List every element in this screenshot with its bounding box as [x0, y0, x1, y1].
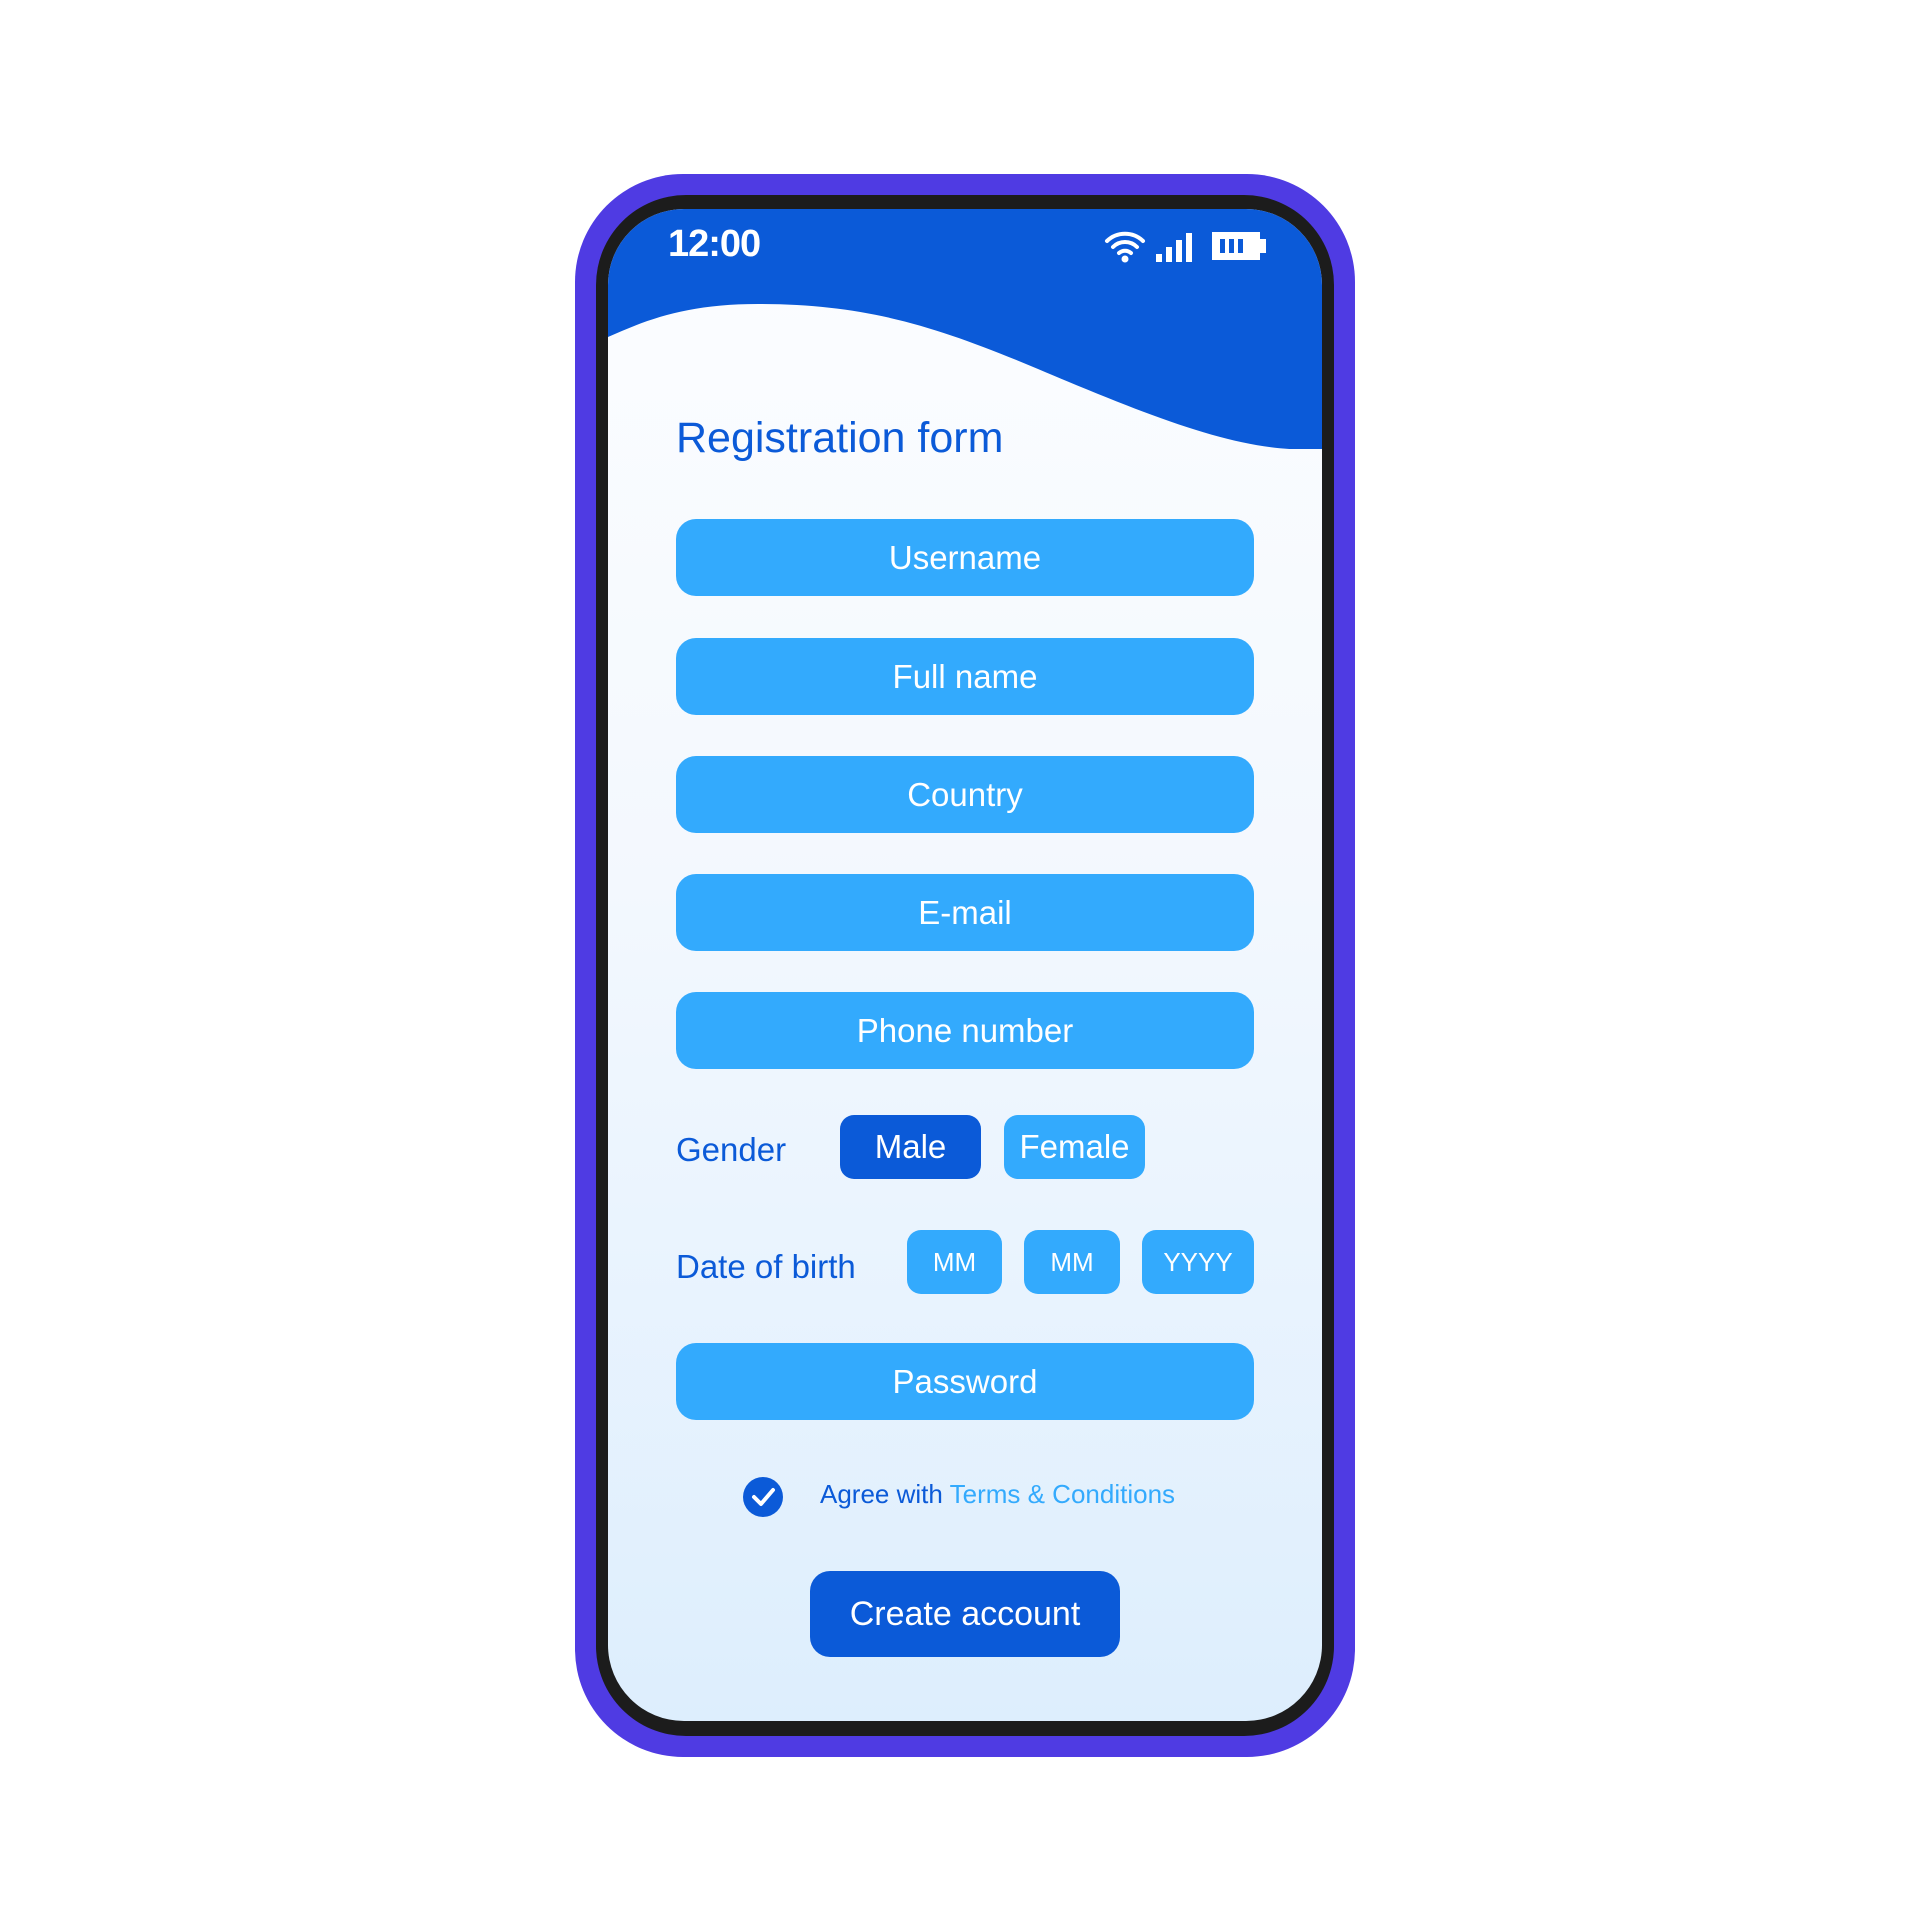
dob-month-field[interactable]: MM [907, 1230, 1002, 1294]
page-title: Registration form [676, 414, 1004, 462]
gender-label: Gender [676, 1131, 787, 1168]
gender-male-button[interactable]: Male [840, 1115, 981, 1179]
dob-year-field[interactable]: YYYY [1142, 1230, 1254, 1294]
agree-label: Agree with [820, 1479, 943, 1509]
app-screen: 12:00 Registration form Username Full na… [608, 209, 1322, 1721]
signal-icon [1156, 233, 1192, 262]
agree-checkbox[interactable] [743, 1477, 783, 1517]
password-field[interactable]: Password [676, 1343, 1254, 1420]
checkmark-icon [752, 1488, 775, 1506]
agree-text: Agree with Terms & Conditions [820, 1479, 1175, 1510]
status-icons [1104, 229, 1268, 263]
username-field[interactable]: Username [676, 519, 1254, 596]
phone-number-field[interactable]: Phone number [676, 992, 1254, 1069]
gender-female-button[interactable]: Female [1004, 1115, 1145, 1179]
dob-label: Date of birth [676, 1248, 856, 1285]
phone-frame: 12:00 Registration form Username Full na… [575, 174, 1355, 1757]
status-time: 12:00 [668, 223, 761, 265]
battery-icon [1212, 232, 1266, 260]
terms-link[interactable]: Terms & Conditions [950, 1479, 1175, 1509]
phone-bezel: 12:00 Registration form Username Full na… [596, 195, 1334, 1736]
wifi-icon [1105, 231, 1145, 263]
create-account-button[interactable]: Create account [810, 1571, 1120, 1657]
email-field[interactable]: E-mail [676, 874, 1254, 951]
full-name-field[interactable]: Full name [676, 638, 1254, 715]
country-field[interactable]: Country [676, 756, 1254, 833]
dob-day-field[interactable]: MM [1024, 1230, 1120, 1294]
